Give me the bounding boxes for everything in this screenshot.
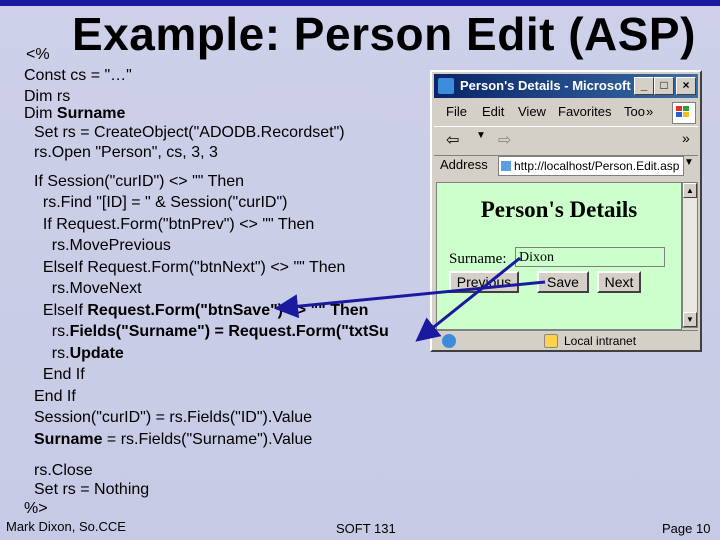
menu-tools[interactable]: Too <box>624 104 645 119</box>
toolbar-more-chevron[interactable]: » <box>682 130 690 146</box>
menu-file[interactable]: File <box>446 104 467 119</box>
footer-author: Mark Dixon, So.CCE <box>6 519 126 534</box>
code-open-tag: <% <box>26 46 50 63</box>
menu-edit[interactable]: Edit <box>482 104 504 119</box>
surname-input[interactable]: Dixon <box>515 247 665 267</box>
code-text: = rs.Fields("Surname").Value <box>102 431 313 448</box>
forward-icon[interactable]: ⇨ <box>498 130 511 150</box>
browser-window-title: Person's Details - Microsoft I... <box>460 78 649 93</box>
code-line: Session("curID") = rs.Fields("ID").Value <box>34 409 313 426</box>
address-dropdown-icon[interactable]: ▼ <box>684 157 694 168</box>
slide: Example: Person Edit (ASP) <% Const cs =… <box>0 0 720 540</box>
scroll-up-arrow[interactable]: ▲ <box>683 183 697 198</box>
slide-title: Example: Person Edit (ASP) <box>72 8 696 60</box>
address-bar: Address http://localhost/Person.Edit.asp… <box>434 154 698 178</box>
address-url: http://localhost/Person.Edit.asp <box>514 159 680 173</box>
code-line: ElseIf Request.Form("btnNext") <> "" The… <box>34 259 346 276</box>
address-label: Address <box>440 157 488 172</box>
code-line: rs.Find "[ID] = " & Session("curID") <box>34 194 288 211</box>
code-line: If Request.Form("btnPrev") <> "" Then <box>34 216 315 233</box>
code-line: If Session("curID") <> "" Then <box>34 173 245 190</box>
menu-bar: File Edit View Favorites Too » <box>434 100 698 124</box>
code-bold-text: Fields("Surname") = Request.Form("txtSu <box>69 323 389 340</box>
code-line: Surname = rs.Fields("Surname").Value <box>34 429 312 451</box>
page-content: Person's Details Surname: Dixon Previous… <box>436 182 682 330</box>
back-icon[interactable]: ⇦ <box>446 130 459 150</box>
code-line: Set rs = Nothing <box>34 481 150 498</box>
code-line: rs.MoveNext <box>34 280 142 297</box>
code-text: ElseIf <box>34 302 88 319</box>
browser-toolbar: ⇦ ▼ ⇨ » <box>434 126 698 156</box>
address-input[interactable]: http://localhost/Person.Edit.asp <box>498 156 684 176</box>
back-dropdown-icon[interactable]: ▼ <box>476 130 486 141</box>
save-button[interactable]: Save <box>537 271 589 293</box>
page-heading: Person's Details <box>480 197 638 222</box>
next-button[interactable]: Next <box>597 271 641 293</box>
code-line: rs.MovePrevious <box>34 237 171 254</box>
browser-window: Person's Details - Microsoft I... _ □ × … <box>430 70 702 352</box>
code-line: rs.Update <box>34 343 124 365</box>
status-bar: Local intranet <box>434 330 698 351</box>
maximize-button[interactable]: □ <box>654 77 674 95</box>
vertical-scrollbar[interactable]: ▲ ▼ <box>682 182 698 328</box>
menu-more-chevron[interactable]: » <box>646 104 653 119</box>
ie-icon <box>438 78 454 94</box>
windows-flag-icon <box>672 102 696 124</box>
code-line: rs.Open "Person", cs, 3, 3 <box>34 144 218 161</box>
code-bold-text: Surname <box>34 431 103 448</box>
code-text: rs. <box>34 323 70 340</box>
page-icon <box>501 161 511 171</box>
done-icon <box>442 334 456 348</box>
browser-title-bar[interactable]: Person's Details - Microsoft I... _ □ × <box>434 74 698 98</box>
previous-button[interactable]: Previous <box>449 271 519 293</box>
close-button[interactable]: × <box>676 77 696 95</box>
intranet-icon <box>544 334 558 348</box>
surname-label: Surname: <box>449 251 507 267</box>
code-line: Set rs = CreateObject("ADODB.Recordset") <box>34 124 345 141</box>
code-line: End If <box>34 388 76 405</box>
status-zone: Local intranet <box>564 334 637 348</box>
minimize-button[interactable]: _ <box>634 77 654 95</box>
code-line: Const cs = "…" <box>24 67 132 84</box>
footer-page-number: Page 10 <box>662 521 711 536</box>
code-line: End If <box>34 366 85 383</box>
code-bold-text: Request.Form("btnSave") <> "" Then <box>87 302 369 319</box>
scroll-down-arrow[interactable]: ▼ <box>683 312 697 327</box>
code-close-tag: %> <box>24 500 48 517</box>
code-line: rs.Fields("Surname") = Request.Form("txt… <box>34 321 389 343</box>
code-bold-text: Surname <box>56 105 126 122</box>
menu-view[interactable]: View <box>518 104 546 119</box>
code-line: ElseIf Request.Form("btnSave") <> "" The… <box>34 300 369 322</box>
code-text: Dim <box>24 105 57 122</box>
code-bold-text: Update <box>69 345 124 362</box>
footer-course: SOFT 131 <box>336 521 396 536</box>
code-text: rs. <box>34 345 70 362</box>
menu-favorites[interactable]: Favorites <box>558 104 611 119</box>
